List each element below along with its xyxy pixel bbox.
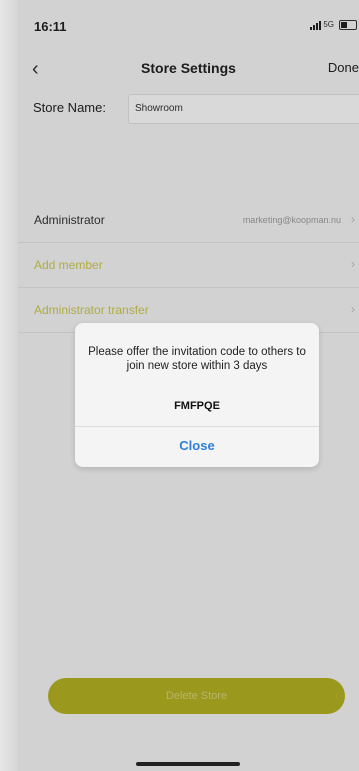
close-button[interactable]: Close <box>75 426 319 467</box>
phone-screen: 16:11 5G ‹ Store Settings Done Store Nam… <box>18 0 359 771</box>
dialog-message: Please offer the invitation code to othe… <box>88 346 306 372</box>
invitation-code: FMFPQE <box>174 400 220 412</box>
invitation-dialog: Please offer the invitation code to othe… <box>75 323 319 467</box>
left-background-strip <box>0 0 18 771</box>
home-indicator <box>136 762 240 766</box>
